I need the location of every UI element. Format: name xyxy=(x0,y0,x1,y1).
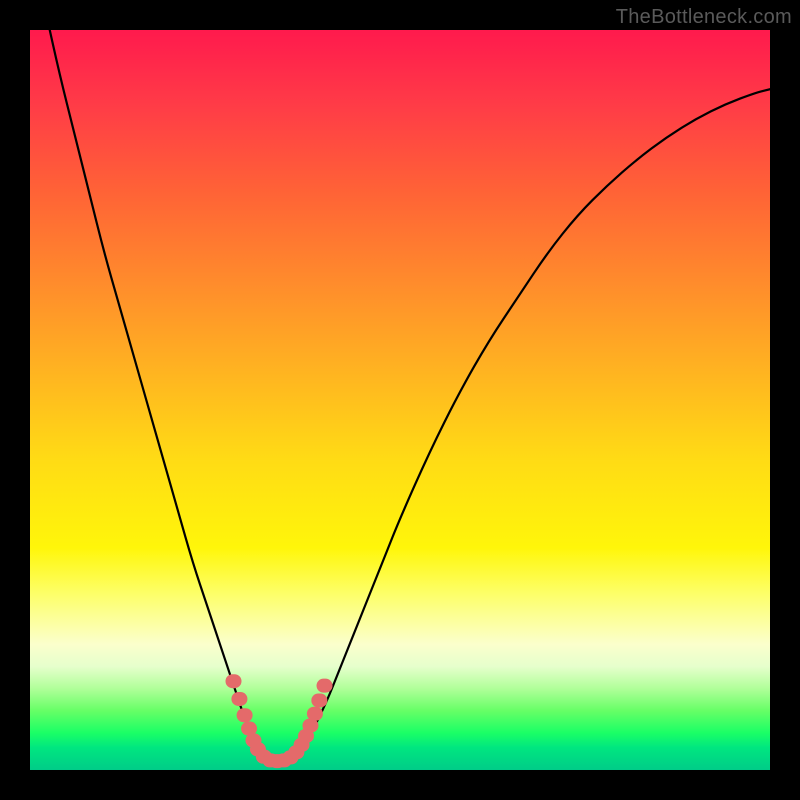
watermark-label: TheBottleneck.com xyxy=(616,6,792,29)
curve-marker xyxy=(317,679,333,693)
curve-path xyxy=(30,30,770,761)
curve-marker xyxy=(307,707,323,721)
chart-plot-area xyxy=(30,30,770,770)
curve-marker xyxy=(311,693,327,707)
chart-frame: TheBottleneck.com xyxy=(0,0,800,800)
bottleneck-curve xyxy=(30,30,770,770)
curve-marker xyxy=(237,708,253,722)
curve-markers xyxy=(226,674,333,768)
curve-marker xyxy=(231,692,247,706)
curve-marker xyxy=(226,674,242,688)
